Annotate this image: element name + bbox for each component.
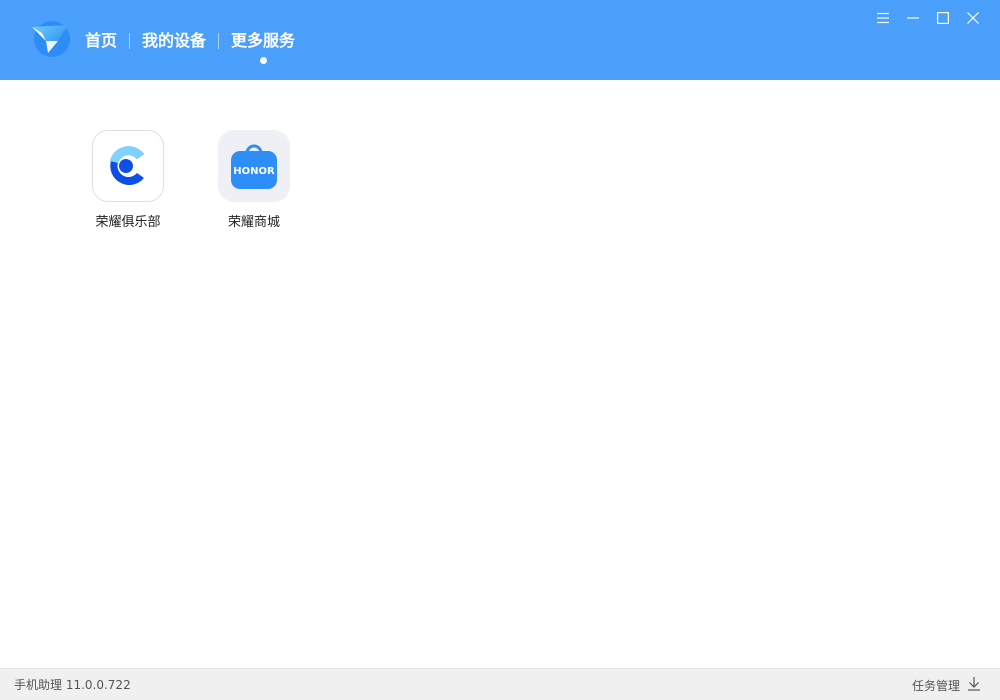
main-nav: 首页 我的设备 更多服务 (85, 29, 296, 64)
header-bar: 首页 我的设备 更多服务 (0, 0, 1000, 80)
minimize-button[interactable] (898, 8, 928, 28)
active-tab-indicator (260, 57, 268, 64)
status-bar: 手机助理 11.0.0.722 任务管理 (0, 668, 1000, 700)
services-panel: 荣耀俱乐部 HONOR 荣耀商城 (0, 80, 1000, 668)
menu-button[interactable] (868, 8, 898, 28)
app-tile-honor-club[interactable]: 荣耀俱乐部 (78, 130, 178, 232)
honor-club-icon (92, 130, 164, 202)
nav-divider (218, 33, 220, 49)
close-icon (967, 9, 979, 28)
nav-tab-label: 更多服务 (231, 31, 296, 50)
menu-icon (877, 9, 889, 28)
app-label: 荣耀俱乐部 (95, 215, 161, 230)
app-logo-icon (28, 19, 72, 59)
minimize-icon (907, 9, 919, 28)
nav-tab-label: 我的设备 (142, 31, 207, 50)
nav-tab-home[interactable]: 首页 (85, 29, 117, 53)
app-tile-honor-mall[interactable]: HONOR 荣耀商城 (204, 130, 304, 232)
nav-divider (129, 33, 131, 49)
close-button[interactable] (958, 8, 988, 28)
nav-tab-my-devices[interactable]: 我的设备 (142, 29, 206, 53)
honor-mall-icon: HONOR (218, 130, 290, 202)
window-controls (868, 8, 988, 28)
version-text: 手机助理 11.0.0.722 (14, 678, 131, 692)
nav-tab-label: 首页 (85, 31, 118, 50)
task-manager-button[interactable]: 任务管理 (912, 675, 980, 695)
app-window: 首页 我的设备 更多服务 荣耀俱乐部 HONOR 荣耀商城 手机助理 11.0.… (0, 0, 1000, 700)
app-label: 荣耀商城 (227, 215, 280, 230)
maximize-icon (937, 9, 950, 28)
nav-tab-more-services[interactable]: 更多服务 (231, 29, 296, 64)
download-icon (968, 676, 980, 695)
maximize-button[interactable] (928, 8, 958, 28)
task-manager-label: 任务管理 (911, 678, 960, 693)
honor-badge-text: HONOR (233, 166, 275, 177)
